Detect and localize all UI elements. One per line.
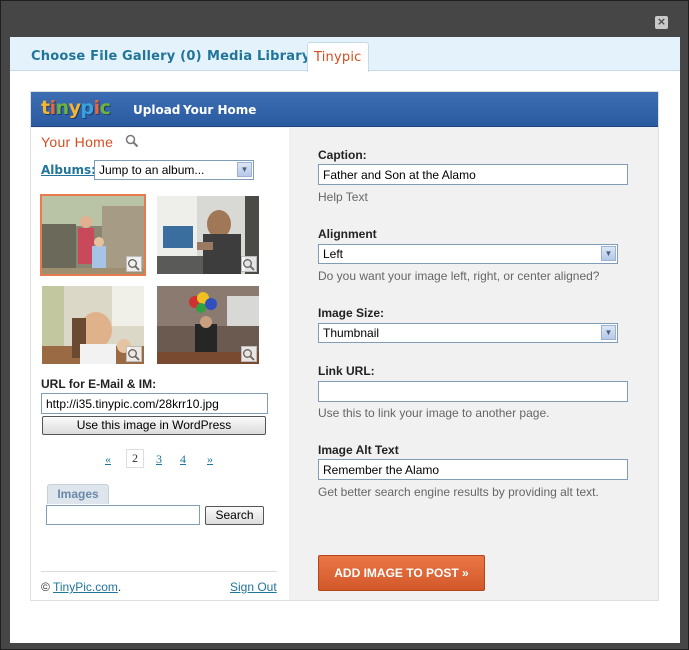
- search-button[interactable]: Search: [205, 506, 264, 525]
- media-tabs: Choose File Gallery (0) Media Library Ti…: [10, 37, 680, 72]
- thumbnail-4[interactable]: [155, 284, 261, 366]
- zoom-icon[interactable]: [126, 346, 142, 362]
- right-column: Caption: Father and Son at the Alamo Hel…: [289, 128, 658, 600]
- footer-copyright: © TinyPic.com.: [41, 580, 121, 594]
- alt-text-help: Get better search engine results by prov…: [318, 485, 599, 499]
- tab-gallery[interactable]: Gallery (0): [122, 49, 202, 64]
- media-dialog: Choose File Gallery (0) Media Library Ti…: [10, 37, 680, 643]
- tab-media-library[interactable]: Media Library: [207, 49, 311, 64]
- chevron-down-icon: ▼: [237, 162, 252, 177]
- modal-frame: × Choose File Gallery (0) Media Library …: [0, 0, 689, 650]
- caption-input[interactable]: Father and Son at the Alamo: [318, 164, 628, 185]
- page-3[interactable]: 3: [156, 452, 162, 467]
- image-size-label: Image Size:: [318, 306, 385, 320]
- page-4[interactable]: 4: [180, 452, 186, 467]
- chevron-down-icon: ▼: [601, 325, 616, 340]
- alt-text-input[interactable]: Remember the Alamo: [318, 459, 628, 480]
- logo-letter: y: [68, 97, 81, 119]
- logo-letter: p: [80, 97, 95, 119]
- alignment-value: Left: [323, 247, 344, 261]
- your-home-heading: Your Home: [41, 134, 114, 150]
- albums-label[interactable]: Albums:: [41, 163, 96, 177]
- tab-choose-file[interactable]: Choose File: [31, 49, 118, 64]
- tab-tinypic[interactable]: Tinypic: [307, 42, 369, 72]
- image-search-input[interactable]: [46, 505, 200, 525]
- tinypic-logo[interactable]: tinypic: [41, 97, 111, 119]
- sign-out-link[interactable]: Sign Out: [230, 580, 277, 594]
- url-label: URL for E-Mail & IM:: [41, 377, 157, 391]
- logo-letter: n: [55, 97, 70, 119]
- your-home-link[interactable]: Your Home: [183, 103, 256, 117]
- link-url-help: Use this to link your image to another p…: [318, 406, 550, 420]
- album-select-value: Jump to an album...: [99, 163, 205, 177]
- add-image-to-post-button[interactable]: ADD IMAGE TO POST »: [318, 555, 485, 591]
- image-size-select[interactable]: Thumbnail ▼: [318, 323, 618, 343]
- page-current: 2: [126, 449, 144, 468]
- album-select[interactable]: Jump to an album... ▼: [94, 160, 254, 180]
- link-url-label: Link URL:: [318, 364, 375, 378]
- thumbnail-3[interactable]: [40, 284, 146, 366]
- alignment-help: Do you want your image left, right, or c…: [318, 269, 600, 283]
- use-in-wordpress-button[interactable]: Use this image in WordPress: [42, 416, 266, 435]
- logo-letter: c: [99, 97, 111, 119]
- zoom-icon[interactable]: [241, 256, 257, 272]
- image-size-value: Thumbnail: [323, 326, 380, 340]
- footer-dot: .: [117, 580, 122, 594]
- tinypic-link[interactable]: TinyPic.com: [53, 580, 118, 594]
- alignment-select[interactable]: Left ▼: [318, 244, 618, 264]
- left-column: Your Home Albums: Jump to an album... ▼: [31, 128, 289, 600]
- thumbnail-2[interactable]: [155, 194, 261, 276]
- tinypic-panel: tinypic Upload Your Home Your Home Album…: [30, 91, 659, 601]
- modal-titlebar: ×: [1, 1, 688, 37]
- close-icon[interactable]: ×: [655, 16, 668, 29]
- alignment-label: Alignment: [318, 227, 377, 241]
- link-url-input[interactable]: [318, 381, 628, 402]
- alt-text-label: Image Alt Text: [318, 443, 399, 457]
- footer-divider: [41, 571, 277, 572]
- url-field[interactable]: http://i35.tinypic.com/28krr10.jpg: [41, 393, 268, 414]
- upload-link[interactable]: Upload: [133, 103, 180, 117]
- tinypic-header: tinypic Upload Your Home: [31, 92, 658, 127]
- pagination: « 2 3 4 »: [31, 449, 289, 468]
- zoom-icon[interactable]: [241, 346, 257, 362]
- images-tab[interactable]: Images: [47, 484, 109, 504]
- thumbnail-1[interactable]: [40, 194, 146, 276]
- logo-letter: t: [41, 97, 50, 119]
- copyright-symbol: ©: [41, 580, 50, 594]
- page-next[interactable]: »: [207, 452, 213, 467]
- chevron-down-icon: ▼: [601, 246, 616, 261]
- caption-help: Help Text: [318, 190, 368, 204]
- zoom-icon[interactable]: [126, 256, 142, 272]
- search-icon: [125, 134, 139, 148]
- caption-label: Caption:: [318, 148, 367, 162]
- page-prev[interactable]: «: [105, 452, 111, 467]
